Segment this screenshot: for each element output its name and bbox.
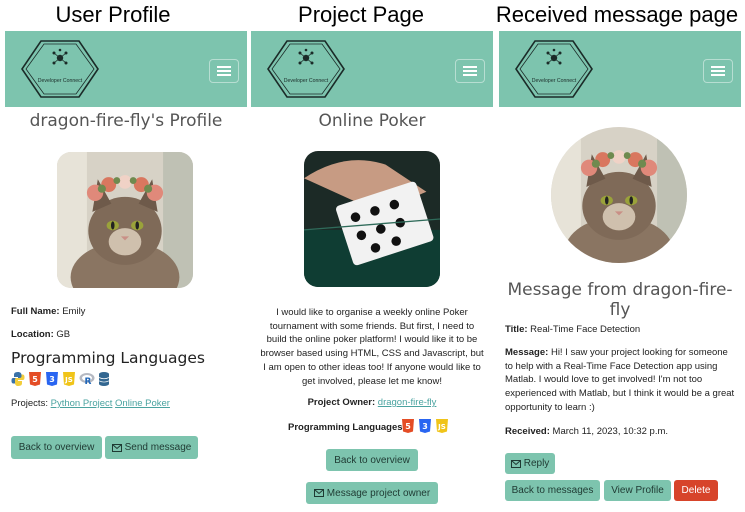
svg-text:JS: JS bbox=[64, 376, 73, 384]
hamburger-icon-line bbox=[711, 74, 725, 76]
message-title-value: Real-Time Face Detection bbox=[530, 324, 641, 335]
r-icon: R bbox=[79, 373, 95, 387]
projects-label: Projects: bbox=[11, 398, 48, 409]
svg-text:Developer Connect: Developer Connect bbox=[532, 78, 577, 84]
language-icons: 5 3 JS bbox=[401, 418, 449, 434]
message-project-owner-button[interactable]: Message project owner bbox=[306, 482, 438, 504]
hamburger-icon-line bbox=[217, 70, 231, 72]
back-to-overview-label: Back to overview bbox=[334, 454, 410, 466]
hamburger-icon-line bbox=[711, 70, 725, 72]
caption-project-page: Project Page bbox=[298, 2, 424, 27]
hamburger-icon bbox=[463, 66, 477, 68]
project-description: I would like to organise a weekly online… bbox=[260, 307, 484, 387]
full-name-label: Full Name: bbox=[11, 306, 60, 317]
svg-text:5: 5 bbox=[405, 422, 411, 431]
back-to-messages-button[interactable]: Back to messages bbox=[505, 480, 600, 501]
delete-button[interactable]: Delete bbox=[674, 480, 718, 501]
received-label: Received: bbox=[505, 426, 550, 437]
hamburger-icon bbox=[711, 66, 725, 68]
location-label: Location: bbox=[11, 329, 54, 340]
view-profile-button[interactable]: View Profile bbox=[604, 480, 671, 501]
hamburger-icon-line bbox=[463, 70, 477, 72]
menu-toggle-button[interactable] bbox=[703, 59, 733, 83]
python-icon bbox=[11, 372, 25, 386]
delete-label: Delete bbox=[681, 485, 711, 496]
hamburger-icon-line bbox=[217, 74, 231, 76]
developer-connect-logo[interactable]: Developer Connect bbox=[21, 40, 99, 98]
project-link-python[interactable]: Python Project bbox=[51, 398, 113, 409]
caption-received-message: Received message page bbox=[495, 2, 739, 27]
back-to-overview-label: Back to overview bbox=[18, 442, 95, 453]
send-message-button[interactable]: Send message bbox=[105, 436, 198, 459]
full-name-value: Emily bbox=[62, 306, 86, 317]
project-page-panel: Developer Connect Online Poker I would l… bbox=[251, 31, 493, 512]
back-to-overview-button[interactable]: Back to overview bbox=[326, 449, 418, 471]
hamburger-icon bbox=[217, 66, 231, 68]
css3-icon: 3 bbox=[46, 372, 58, 386]
html5-icon: 5 bbox=[29, 372, 41, 386]
svg-text:3: 3 bbox=[49, 375, 55, 384]
javascript-icon: JS bbox=[436, 419, 448, 433]
developer-connect-logo[interactable]: Developer Connect bbox=[515, 40, 593, 98]
page-title: Message from dragon-fire-fly bbox=[507, 280, 733, 320]
navbar: Developer Connect bbox=[499, 31, 741, 107]
programming-languages-label: Programming Languages: bbox=[288, 422, 406, 433]
back-to-messages-label: Back to messages bbox=[511, 485, 594, 496]
menu-toggle-button[interactable] bbox=[455, 59, 485, 83]
envelope-icon bbox=[313, 489, 324, 497]
project-link-online-poker[interactable]: Online Poker bbox=[115, 398, 170, 409]
menu-toggle-button[interactable] bbox=[209, 59, 239, 83]
message-project-owner-label: Message project owner bbox=[326, 487, 431, 499]
svg-text:Developer Connect: Developer Connect bbox=[284, 78, 329, 84]
database-icon bbox=[98, 372, 110, 386]
svg-text:R: R bbox=[85, 377, 92, 387]
profile-avatar bbox=[57, 152, 193, 288]
message-body-label: Message: bbox=[505, 347, 549, 358]
sender-avatar[interactable] bbox=[551, 127, 687, 263]
language-icons: 5 3 JS R bbox=[11, 371, 110, 387]
project-owner-link[interactable]: dragon-fire-fly bbox=[378, 397, 437, 408]
received-message-panel: Developer Connect Message from dragon-fi… bbox=[499, 31, 741, 512]
send-message-label: Send message bbox=[124, 442, 192, 453]
programming-languages-label-text: Programming Languages: bbox=[288, 422, 406, 433]
user-profile-panel: Developer Connect dragon-fire-fly's Prof… bbox=[5, 31, 247, 512]
location-row: Location: GB bbox=[11, 329, 70, 340]
javascript-icon: JS bbox=[63, 372, 75, 386]
message-title-label: Title: bbox=[505, 324, 528, 335]
page-title: dragon-fire-fly's Profile bbox=[29, 111, 223, 131]
back-to-overview-button[interactable]: Back to overview bbox=[11, 436, 102, 459]
svg-text:Developer Connect: Developer Connect bbox=[38, 78, 83, 84]
project-image bbox=[304, 151, 440, 287]
envelope-icon bbox=[510, 459, 521, 468]
navbar: Developer Connect bbox=[5, 31, 247, 107]
svg-text:3: 3 bbox=[422, 422, 428, 431]
envelope-icon bbox=[111, 443, 122, 452]
projects-row: Projects: Python Project Online Poker bbox=[11, 398, 170, 409]
received-timestamp: March 11, 2023, 10:32 p.m. bbox=[552, 426, 669, 437]
project-owner-row: Project Owner: dragon-fire-fly bbox=[251, 397, 493, 408]
html5-icon: 5 bbox=[402, 419, 414, 433]
location-value: GB bbox=[56, 329, 71, 340]
reply-label: Reply bbox=[523, 458, 550, 469]
page-title: Online Poker bbox=[318, 111, 426, 131]
navbar: Developer Connect bbox=[251, 31, 493, 107]
project-owner-label: Project Owner: bbox=[307, 397, 376, 408]
message-title-row: Title: Real-Time Face Detection bbox=[505, 324, 640, 335]
developer-connect-logo[interactable]: Developer Connect bbox=[267, 40, 345, 98]
message-body-row: Message: Hi! I saw your project looking … bbox=[505, 346, 737, 415]
svg-text:JS: JS bbox=[437, 423, 446, 431]
received-row: Received: March 11, 2023, 10:32 p.m. bbox=[505, 426, 668, 437]
caption-user-profile: User Profile bbox=[55, 2, 171, 27]
languages-heading: Programming Languages bbox=[11, 349, 205, 367]
reply-button[interactable]: Reply bbox=[505, 453, 555, 474]
view-profile-label: View Profile bbox=[611, 485, 664, 496]
full-name-row: Full Name: Emily bbox=[11, 306, 85, 317]
svg-text:5: 5 bbox=[32, 375, 38, 384]
hamburger-icon-line bbox=[463, 74, 477, 76]
css3-icon: 3 bbox=[419, 419, 431, 433]
